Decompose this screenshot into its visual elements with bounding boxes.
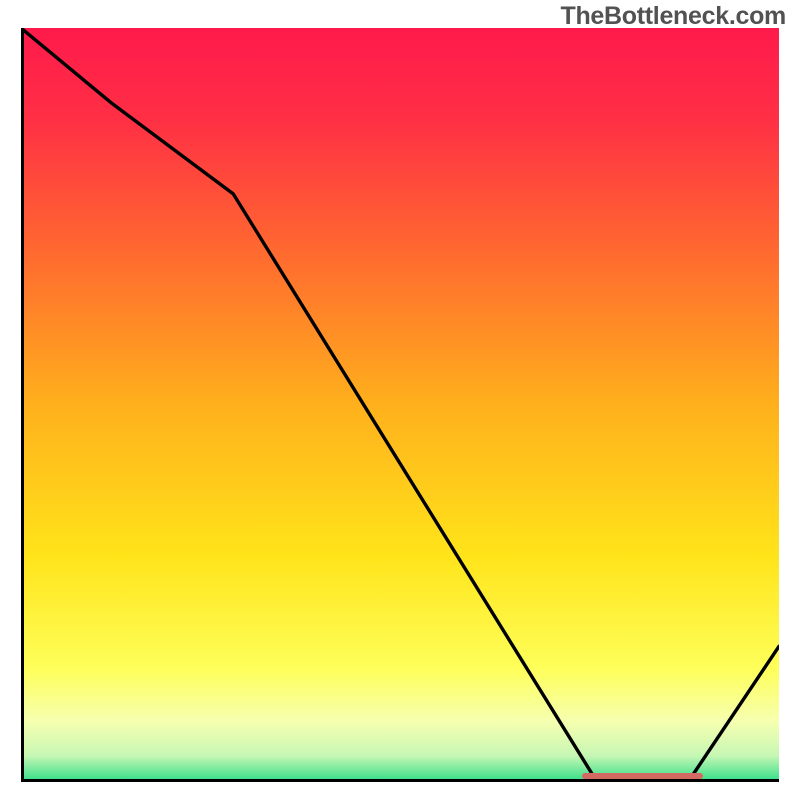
- optimal-range-marker: [582, 773, 703, 779]
- plot-area: [21, 28, 779, 782]
- curve-path: [21, 28, 779, 782]
- bottleneck-curve: [21, 28, 779, 782]
- watermark-text: TheBottleneck.com: [560, 2, 786, 31]
- chart-container: TheBottleneck.com: [0, 0, 800, 800]
